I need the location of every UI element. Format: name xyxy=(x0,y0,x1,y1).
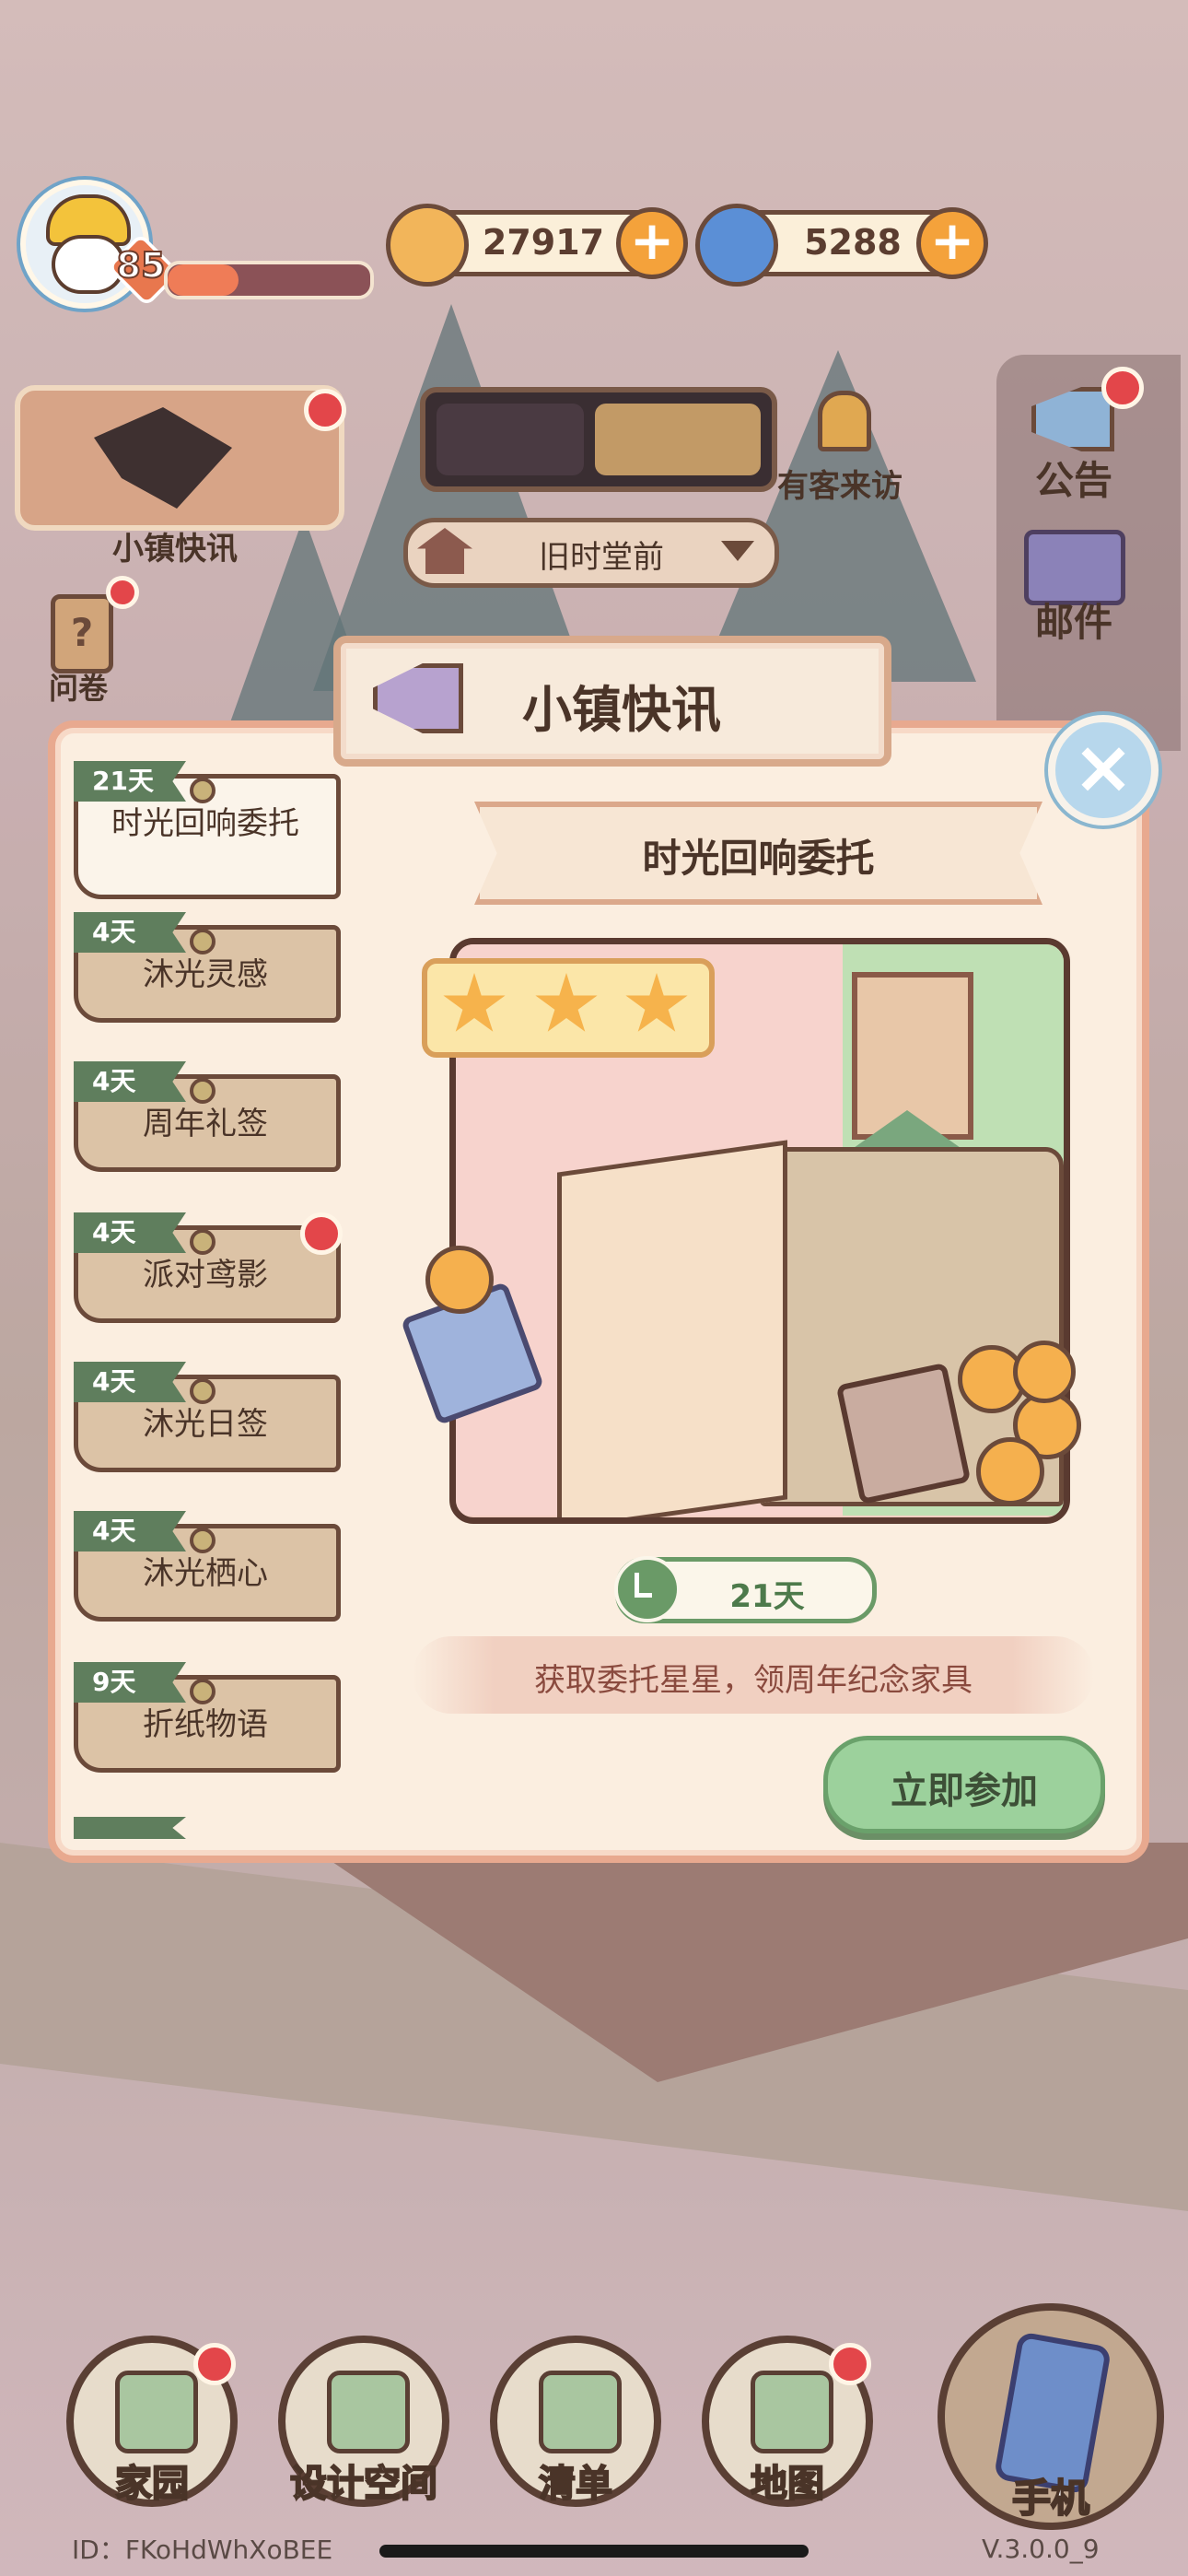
checklist-icon xyxy=(539,2371,622,2453)
survey-icon[interactable]: ? xyxy=(51,594,113,673)
coin-icon xyxy=(425,1246,494,1314)
home-indicator[interactable] xyxy=(379,2545,809,2558)
tab-days-tag: 4天 xyxy=(74,912,186,953)
swirl-gem-icon xyxy=(695,204,778,287)
phone-button[interactable]: 手机 xyxy=(938,2303,1164,2530)
nav-button[interactable]: 清单 xyxy=(490,2336,661,2507)
event-tab[interactable]: 4天派对鸢影 xyxy=(74,1212,343,1323)
star-icon xyxy=(443,973,506,1032)
horn-shape xyxy=(373,663,463,733)
event-tab[interactable]: 4天沐光栖心 xyxy=(74,1511,341,1622)
moon-icon xyxy=(437,404,584,475)
level-number: 85 xyxy=(116,244,167,287)
clock-icon xyxy=(614,1556,681,1622)
tab-label: 时光回响委托 xyxy=(111,805,299,842)
megaphone-shape xyxy=(1031,387,1114,451)
town-news-label: 小镇快讯 xyxy=(112,531,238,568)
event-description-bar: 获取委托星星，领周年纪念家具 xyxy=(413,1636,1094,1714)
kite-icon xyxy=(94,407,232,509)
tab-days-tag: 4天 xyxy=(74,1061,186,1102)
gem-counter: 5288 + xyxy=(695,204,988,287)
tab-label: 周年礼签 xyxy=(143,1106,268,1142)
survey-notification-dot xyxy=(106,576,139,609)
coin-icon xyxy=(976,1437,1044,1505)
join-now-button[interactable]: 立即参加 xyxy=(823,1736,1105,1833)
nav-label: 设计空间 xyxy=(289,2462,438,2506)
nav-label: 家园 xyxy=(114,2462,190,2506)
event-tab[interactable]: 9天 折纸物语 xyxy=(74,1662,341,1773)
tab-days-tag: 21天 xyxy=(74,761,186,802)
nav-notification-dot xyxy=(193,2343,236,2385)
day-night-panel xyxy=(420,387,777,492)
star-icon xyxy=(535,973,598,1032)
coin-icon xyxy=(1013,1341,1076,1403)
version-label: V.3.0.0_9 xyxy=(982,2534,1100,2564)
nav-button[interactable]: 设计空间 xyxy=(278,2336,449,2507)
event-title: 时光回响委托 xyxy=(642,836,875,881)
modal-title: 小镇快讯 xyxy=(522,681,721,739)
tab-label: 折纸物语 xyxy=(143,1706,268,1743)
news-notification-dot xyxy=(304,389,346,431)
phone-label: 手机 xyxy=(1011,2475,1090,2522)
next-tab-peek xyxy=(74,1817,186,1839)
join-now-label: 立即参加 xyxy=(891,1770,1038,1812)
event-description: 获取委托星星，领周年纪念家具 xyxy=(534,1662,973,1699)
coin-counter: 27917 + xyxy=(386,204,688,287)
tab-label: 沐光灵感 xyxy=(143,956,268,993)
mail-label: 邮件 xyxy=(1034,600,1112,645)
map-pin-icon xyxy=(751,2371,833,2453)
home-icon xyxy=(417,528,472,574)
event-remaining-time: 21天 xyxy=(729,1578,805,1615)
megaphone-icon xyxy=(364,647,465,739)
announcement-notification-dot xyxy=(1101,367,1144,409)
event-tab[interactable]: 4天周年礼签 xyxy=(74,1061,341,1172)
tab-days-tag: 4天 xyxy=(74,1511,186,1551)
scene-selector[interactable]: 旧时堂前 xyxy=(403,518,779,588)
event-tab[interactable]: 4天 沐光灵感 xyxy=(74,912,341,1023)
event-tab[interactable]: 21天 时光回响委托 xyxy=(74,761,341,899)
add-coins-button[interactable]: + xyxy=(616,207,688,279)
survey-label: 问卷 xyxy=(48,671,108,706)
tab-notification-dot xyxy=(300,1212,343,1255)
gem-amount: 5288 xyxy=(804,222,902,263)
tab-label: 派对鸢影 xyxy=(143,1257,268,1294)
exp-bar xyxy=(164,261,374,299)
coin-amount: 27917 xyxy=(482,222,605,263)
tab-days-tag: 4天 xyxy=(74,1212,186,1253)
three-star-rating xyxy=(422,958,715,1058)
scene-name: 旧时堂前 xyxy=(539,539,664,576)
tab-label: 沐光栖心 xyxy=(143,1555,268,1592)
chevron-down-icon xyxy=(721,541,754,561)
nav-button[interactable]: 家园 xyxy=(66,2336,238,2507)
nav-notification-dot xyxy=(829,2343,871,2385)
event-timer: 21天 xyxy=(614,1556,877,1623)
close-button[interactable]: × xyxy=(1048,715,1159,825)
tab-days-tag: 4天 xyxy=(74,1362,186,1402)
tab-label: 沐光日签 xyxy=(143,1406,268,1443)
coin-icon xyxy=(386,204,469,287)
town-news-thumbnail[interactable] xyxy=(15,385,344,531)
announcement-label: 公告 xyxy=(1034,458,1112,503)
add-gems-button[interactable]: + xyxy=(916,207,988,279)
art-easel-canvas xyxy=(557,1140,787,1517)
design-icon xyxy=(327,2371,410,2453)
nav-label: 清单 xyxy=(538,2462,613,2506)
user-id: ID：FKoHdWhXoBEE xyxy=(72,2535,333,2565)
bell-shape xyxy=(818,391,871,451)
bell-icon[interactable] xyxy=(799,385,880,459)
star-icon xyxy=(625,973,688,1032)
home-icon xyxy=(115,2371,198,2453)
visitor-label: 有客来访 xyxy=(777,468,903,505)
tab-days-tag: 9天 xyxy=(74,1662,186,1703)
exp-bar-fill xyxy=(168,264,239,296)
sun-icon xyxy=(595,404,761,475)
event-title-ribbon: 时光回响委托 xyxy=(474,802,1042,905)
nav-button[interactable]: 地图 xyxy=(702,2336,873,2507)
event-tab[interactable]: 4天沐光日签 xyxy=(74,1362,341,1472)
nav-label: 地图 xyxy=(750,2462,825,2506)
